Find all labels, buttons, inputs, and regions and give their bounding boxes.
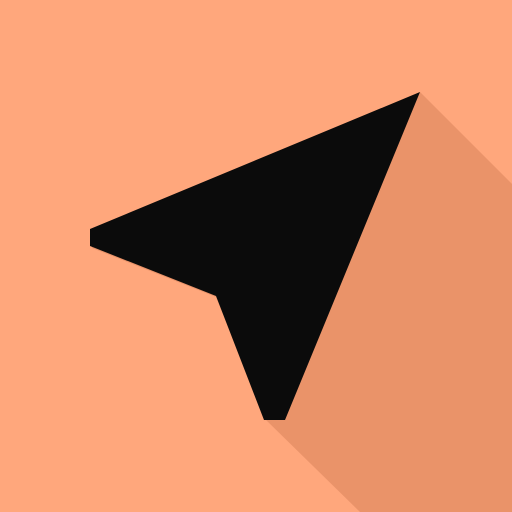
- navigation-arrow-icon: [0, 0, 512, 512]
- app-icon-tile: [0, 0, 512, 512]
